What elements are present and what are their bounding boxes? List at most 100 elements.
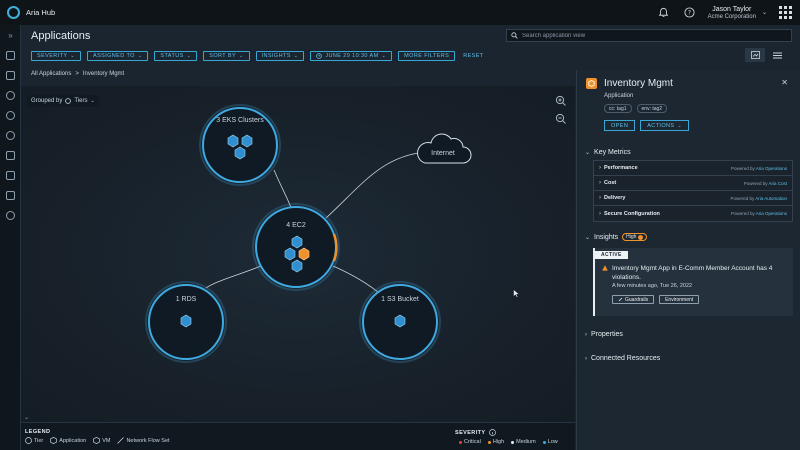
actions-label: ACTIONS xyxy=(647,122,675,129)
powered-by-link[interactable]: Aria Cost xyxy=(768,181,787,186)
date-filter[interactable]: JUNE 29 10:30 AM ⌄ xyxy=(310,51,393,61)
metric-name: Delivery xyxy=(604,195,626,201)
tag-list: cc: tag1 env: tag2 xyxy=(604,104,668,113)
app-grid-icon[interactable] xyxy=(779,6,792,19)
chevron-right-icon: › xyxy=(599,195,601,201)
powered-by-prefix: Powered by xyxy=(730,195,755,201)
metric-row[interactable]: › Cost Powered by Aria Cost xyxy=(594,176,792,191)
insights-filter[interactable]: INSIGHTS ⌄ xyxy=(255,51,305,61)
badge-label: High xyxy=(626,234,637,240)
powered-by-link[interactable]: Aria Automation xyxy=(755,196,787,201)
status-badge: High xyxy=(622,233,648,241)
insight-card[interactable]: ACTIVE Inventory Mgmt App in E-Comm Memb… xyxy=(593,248,793,316)
server-icon[interactable] xyxy=(0,145,21,165)
metric-powered-by: Powered by Aria Cost xyxy=(744,181,787,186)
target-icon[interactable] xyxy=(0,205,21,225)
truck-icon[interactable] xyxy=(0,185,21,205)
edge-ec2-rds xyxy=(205,265,262,289)
chevron-down-icon: ⌄ xyxy=(585,150,591,156)
node-label-ec2: 4 EC2 xyxy=(286,222,306,229)
status-filter[interactable]: STATUS ⌄ xyxy=(154,51,198,61)
edge-ec2-internet xyxy=(325,151,427,219)
chip-label: SEVERITY xyxy=(37,53,68,59)
metric-powered-by: Powered by Aria Automation xyxy=(730,196,787,201)
hex-rds xyxy=(180,314,192,328)
open-label: OPEN xyxy=(611,122,629,129)
filter-bar: SEVERITY ⌄ ASSIGNED TO ⌄ STATUS ⌄ SORT BY ⌄ … xyxy=(31,51,484,61)
insights-header[interactable]: ⌄ Insights High xyxy=(585,233,648,241)
shield-icon[interactable] xyxy=(0,165,21,185)
environment-button[interactable]: Environment xyxy=(659,295,700,304)
help-icon[interactable]: ? xyxy=(682,5,698,21)
left-nav-rail: » xyxy=(0,25,21,450)
collapse-legend-icon[interactable]: ⌄ xyxy=(24,414,29,421)
legend-item: Application xyxy=(50,437,86,444)
cloud-icon[interactable] xyxy=(0,85,21,105)
top-bar: Aria Hub ? Jason Taylor Acme Corporation… xyxy=(0,0,800,25)
search-box[interactable] xyxy=(506,29,792,42)
vm-icon xyxy=(93,437,101,444)
home-icon[interactable] xyxy=(0,45,21,65)
search-input[interactable] xyxy=(522,32,782,39)
top-right-controls: ? Jason Taylor Acme Corporation ⌄ xyxy=(656,0,800,25)
key-metrics-header[interactable]: ⌄ Key Metrics xyxy=(585,149,631,156)
more-filters-button[interactable]: MORE FILTERS xyxy=(398,51,456,61)
chevron-right-icon: › xyxy=(585,331,587,338)
aria-logo-icon xyxy=(7,6,20,19)
chevron-right-icon: › xyxy=(599,165,601,171)
chip-label: ASSIGNED TO xyxy=(93,53,135,59)
powered-by-link[interactable]: Aria Operations xyxy=(756,211,787,216)
button-label: Environment xyxy=(665,296,694,303)
topology-canvas[interactable]: Grouped by Tiers ⌄ 3 EKS Clusters 4 EC2 … xyxy=(21,86,575,422)
severity-label: Medium xyxy=(516,439,536,445)
powered-by-prefix: Powered by xyxy=(730,165,755,171)
open-button[interactable]: OPEN xyxy=(604,120,636,131)
list-view-icon[interactable] xyxy=(767,48,787,62)
edge-eks-ec2 xyxy=(273,169,292,209)
details-panel: Inventory Mgmt Application ✕ cc: tag1 en… xyxy=(576,70,800,450)
connected-resources-title: Connected Resources xyxy=(591,355,661,362)
tag[interactable]: cc: tag1 xyxy=(604,104,632,113)
severity-filter[interactable]: SEVERITY ⌄ xyxy=(31,51,81,61)
properties-title: Properties xyxy=(591,331,623,338)
key-metrics-title: Key Metrics xyxy=(594,149,631,156)
tag[interactable]: env: tag2 xyxy=(636,104,668,113)
map-icon[interactable] xyxy=(0,65,21,85)
node-label-s3: 1 S3 Bucket xyxy=(381,296,419,303)
metric-row[interactable]: › Performance Powered by Aria Operations xyxy=(594,161,792,176)
severity-label: Low xyxy=(547,439,558,445)
close-icon[interactable]: ✕ xyxy=(781,78,788,87)
properties-header[interactable]: › Properties xyxy=(585,331,623,338)
severity-item: Medium xyxy=(511,439,536,445)
globe-icon[interactable] xyxy=(0,105,21,125)
info-icon[interactable] xyxy=(489,429,497,436)
bell-icon[interactable] xyxy=(656,5,672,21)
warning-icon xyxy=(602,265,608,271)
actions-button[interactable]: ACTIONS ⌄ xyxy=(640,120,690,131)
legend-title: LEGEND xyxy=(25,429,51,435)
panel-subtitle: Application xyxy=(604,93,634,99)
reset-button[interactable]: RESET xyxy=(463,53,483,59)
metric-row[interactable]: › Secure Configuration Powered by Aria O… xyxy=(594,206,792,221)
chevron-down-icon[interactable]: ⌄ xyxy=(762,9,767,16)
legend-item: VM xyxy=(93,437,110,444)
expand-icon[interactable]: » xyxy=(0,25,21,45)
user-menu[interactable]: Jason Taylor Acme Corporation xyxy=(708,6,756,20)
legend-bar: LEGEND Tier Application VM Network Flow … xyxy=(21,422,575,450)
guardrails-button[interactable]: Guardrails xyxy=(612,295,655,304)
severity-legend: SEVERITY Critical High Medium Low xyxy=(455,429,558,445)
breadcrumb-root[interactable]: All Applications xyxy=(31,71,71,77)
cloud-icon[interactable] xyxy=(417,133,472,164)
clock-icon[interactable] xyxy=(0,125,21,145)
insight-buttons: Guardrails Environment xyxy=(612,295,700,304)
connected-resources-header[interactable]: › Connected Resources xyxy=(585,355,660,362)
powered-by-link[interactable]: Aria Operations xyxy=(756,166,787,171)
legend-item: Network Flow Set xyxy=(117,437,170,444)
assigned-to-filter[interactable]: ASSIGNED TO ⌄ xyxy=(87,51,149,61)
user-org: Acme Corporation xyxy=(707,13,756,20)
topology-view-icon[interactable] xyxy=(745,48,765,62)
metric-row[interactable]: › Delivery Powered by Aria Automation xyxy=(594,191,792,206)
sort-by-filter[interactable]: SORT BY ⌄ xyxy=(203,51,250,61)
node-label-internet: Internet xyxy=(431,150,455,157)
application-icon xyxy=(586,78,597,89)
